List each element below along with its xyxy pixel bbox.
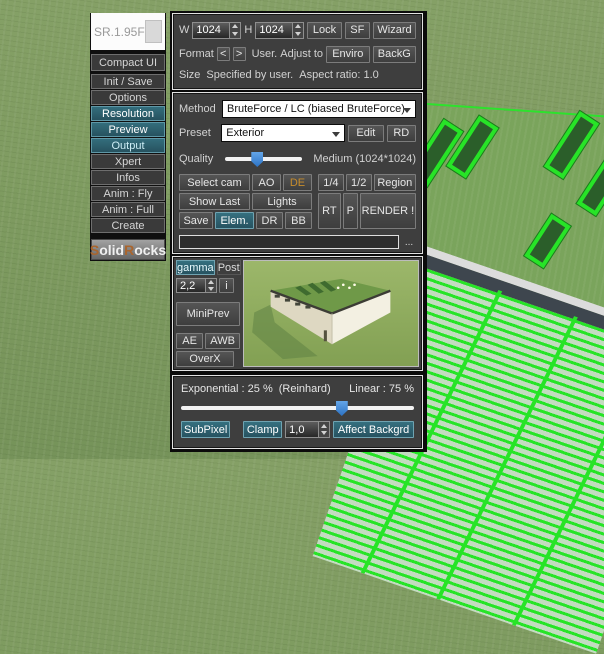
select-cam-button[interactable]: Select cam	[179, 174, 250, 191]
resolution-panel: W 1024 H 1024 Lock SF Wizard Format < > …	[172, 13, 423, 90]
quality-slider[interactable]	[224, 152, 303, 167]
sidebar-item-infos[interactable]: Infos	[91, 170, 165, 185]
clamp-spin-arrows[interactable]	[319, 421, 331, 438]
edit-button[interactable]: Edit	[348, 124, 384, 142]
preview-building-illustration	[244, 261, 418, 366]
browse-button[interactable]: ...	[402, 236, 416, 248]
lock-button[interactable]: Lock	[307, 21, 342, 39]
lights-button[interactable]: Lights	[252, 193, 312, 210]
format-value: User.	[251, 48, 278, 60]
rd-button[interactable]: RD	[386, 124, 416, 142]
sidebar-item-init-save[interactable]: Init / Save	[91, 74, 165, 89]
rt-button[interactable]: RT	[318, 193, 341, 229]
p-button[interactable]: P	[342, 193, 358, 229]
preset-label: Preset	[179, 127, 211, 139]
logo-part: R	[124, 241, 135, 258]
sidebar-item-anim-fly[interactable]: Anim : Fly	[91, 186, 165, 201]
sf-button[interactable]: SF	[344, 21, 370, 39]
de-button[interactable]: DE	[283, 174, 312, 191]
solidrocks-sidebar: SR.1.95F Compact UI Init / Save Options …	[90, 13, 166, 261]
width-label: W	[179, 24, 190, 36]
width-spin-arrows[interactable]	[230, 21, 242, 39]
quality-resolution: (1024*1024)	[355, 153, 416, 165]
half-res-button[interactable]: 1/2	[345, 174, 372, 191]
size-label: Size	[179, 69, 201, 81]
gamma-spinner: 2,2	[176, 278, 217, 293]
logo-part: olid	[99, 241, 125, 258]
post-panel: gamma Post 2,2 i MiniPrev AE AWB OverX	[172, 256, 423, 371]
render-button[interactable]: RENDER !	[359, 193, 416, 229]
sidebar-item-compact-ui[interactable]: Compact UI	[91, 54, 165, 71]
wizard-button[interactable]: Wizard	[373, 21, 416, 39]
height-spinner: 1024	[255, 21, 305, 39]
width-spinner: 1024	[192, 21, 242, 39]
enviro-button[interactable]: Enviro	[326, 45, 370, 63]
clamp-value[interactable]: 1,0	[285, 421, 320, 438]
quarter-res-button[interactable]: 1/4	[318, 174, 344, 191]
region-button[interactable]: Region	[373, 174, 416, 191]
sidebar-item-xpert[interactable]: Xpert	[91, 154, 165, 169]
format-prev-button[interactable]: <	[216, 47, 230, 61]
dr-button[interactable]: DR	[256, 212, 283, 229]
color-swatch-button[interactable]	[144, 20, 162, 43]
quality-slider-handle[interactable]	[251, 152, 264, 167]
sidebar-item-options[interactable]: Options	[91, 90, 165, 105]
backg-button[interactable]: BackG	[372, 45, 416, 63]
show-last-button[interactable]: Show Last	[179, 193, 250, 210]
method-label: Method	[179, 103, 216, 115]
sidebar-item-create[interactable]: Create	[91, 218, 165, 233]
info-button[interactable]: i	[219, 278, 234, 293]
gamma-value[interactable]: 2,2	[176, 278, 206, 293]
save-button[interactable]: Save	[179, 212, 213, 229]
preset-dropdown[interactable]: Exterior	[221, 124, 346, 142]
tone-panel: Exponential : 25 % (Reinhard) Linear : 7…	[172, 375, 423, 449]
height-spin-arrows[interactable]	[293, 21, 305, 39]
elem-button[interactable]: Elem.	[215, 212, 254, 229]
sidebar-item-output[interactable]: Output	[91, 138, 165, 153]
adjust-to-label: Adjust to	[280, 48, 324, 60]
logo-part: S	[89, 241, 100, 258]
sidebar-item-preview[interactable]: Preview	[91, 122, 165, 137]
quality-value: Medium	[313, 153, 353, 165]
width-value[interactable]: 1024	[192, 21, 231, 39]
size-value: Specified by user.	[206, 69, 294, 81]
format-next-button[interactable]: >	[232, 47, 246, 61]
ae-button[interactable]: AE	[176, 333, 204, 349]
clamp-button[interactable]: Clamp	[243, 421, 283, 438]
aspect-ratio-value: Aspect ratio: 1.0	[299, 69, 379, 81]
tone-mix-slider[interactable]	[181, 401, 414, 416]
height-label: H	[244, 24, 253, 36]
overx-button[interactable]: OverX	[176, 351, 234, 367]
ao-button[interactable]: AO	[252, 174, 281, 191]
tone-mix-slider-handle[interactable]	[335, 401, 348, 416]
output-path-input[interactable]	[179, 235, 399, 249]
solidrocks-logo: Solid Rocks	[89, 239, 167, 260]
awb-button[interactable]: AWB	[205, 333, 240, 349]
sidebar-item-anim-full[interactable]: Anim : Full	[91, 202, 165, 217]
solidrocks-main-panels: W 1024 H 1024 Lock SF Wizard Format < > …	[170, 11, 427, 452]
subpixel-button[interactable]: SubPixel	[181, 421, 231, 438]
method-dropdown[interactable]: BruteForce / LC (biased BruteForce)	[222, 100, 416, 118]
version-label: SR.1.95F	[94, 24, 145, 39]
quality-label: Quality	[179, 153, 214, 165]
exponential-label: Exponential : 25 %	[181, 383, 273, 395]
sidebar-item-resolution[interactable]: Resolution	[91, 106, 165, 121]
clamp-spinner: 1,0	[285, 421, 331, 438]
reinhard-note: (Reinhard)	[278, 383, 331, 395]
linear-label: Linear : 75 %	[349, 383, 414, 395]
tab-gamma[interactable]: gamma	[176, 260, 215, 275]
height-value[interactable]: 1024	[255, 21, 294, 39]
render-panel: Method BruteForce / LC (biased BruteForc…	[172, 92, 423, 254]
gamma-spin-arrows[interactable]	[206, 278, 217, 293]
logo-part: ocks	[134, 241, 167, 258]
tab-post[interactable]: Post	[216, 260, 241, 275]
render-preview-image	[243, 260, 419, 367]
format-label: Format	[179, 48, 214, 60]
affect-backgrd-button[interactable]: Affect Backgrd	[333, 421, 415, 438]
bb-button[interactable]: BB	[285, 212, 312, 229]
sidebar-title-bar: SR.1.95F	[91, 13, 165, 50]
miniprev-button[interactable]: MiniPrev	[176, 302, 240, 326]
